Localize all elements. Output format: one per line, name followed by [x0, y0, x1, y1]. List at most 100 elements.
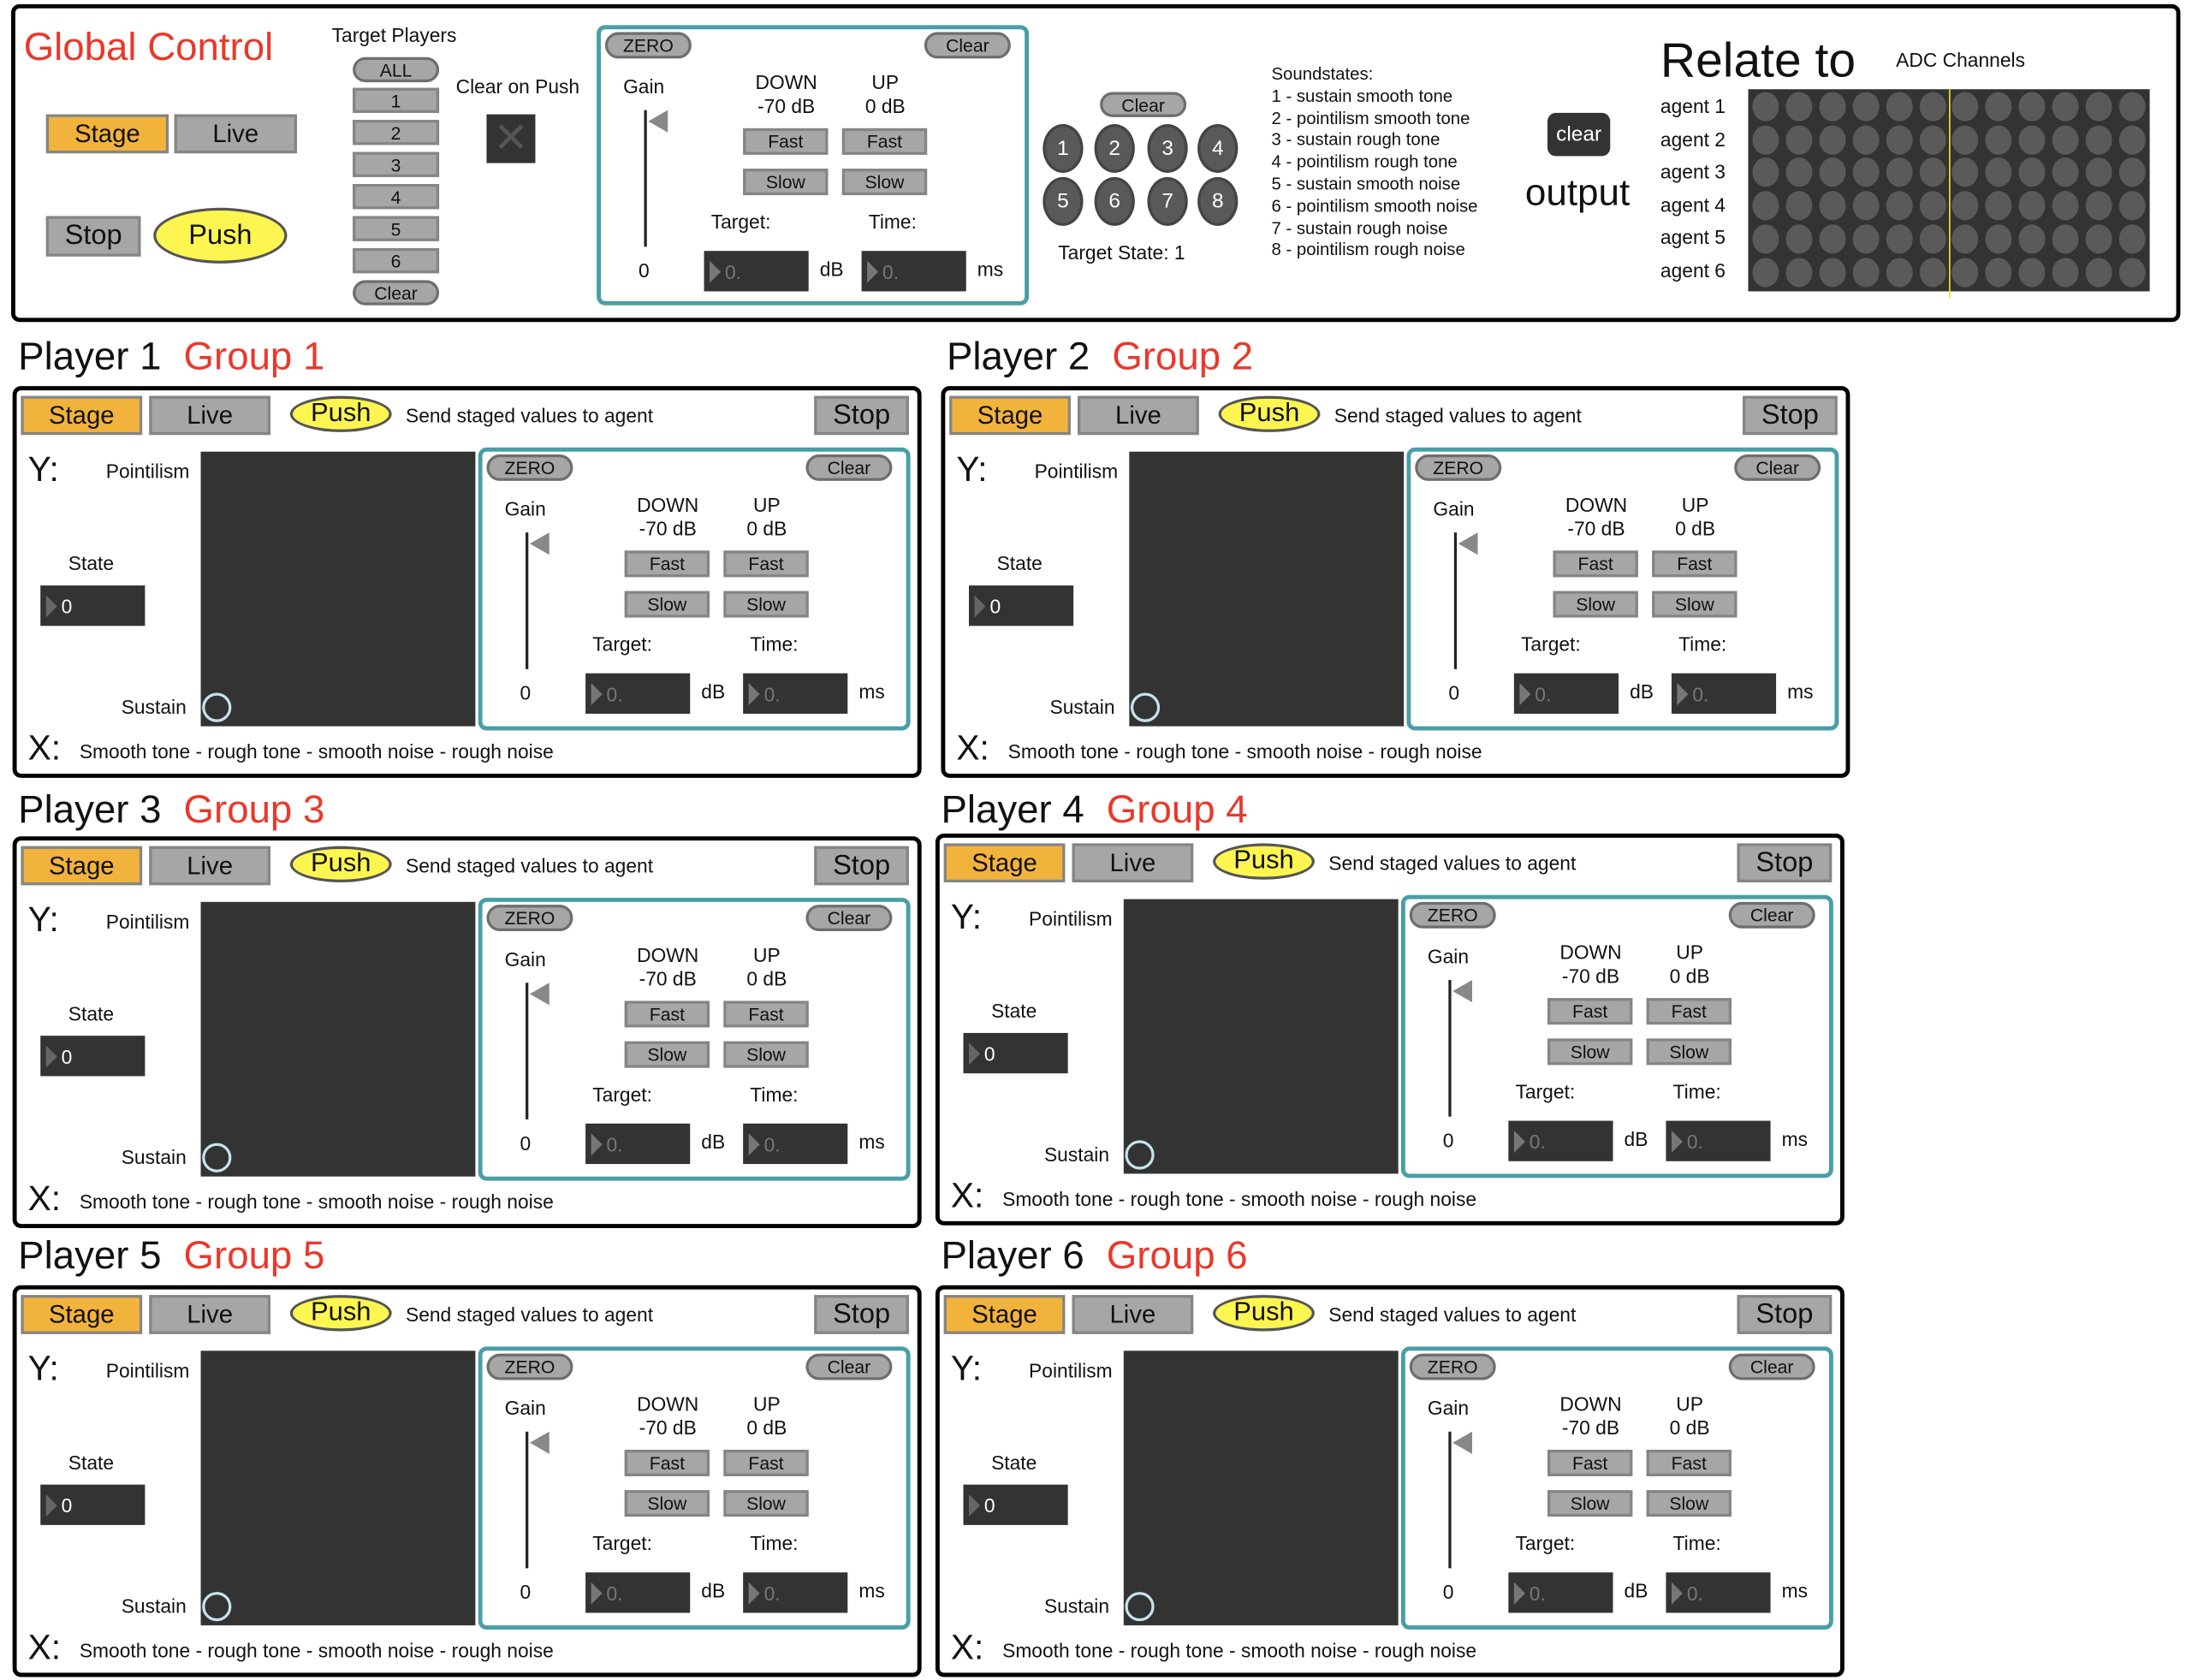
player6-down-fast-button[interactable]: Fast — [1547, 1449, 1633, 1476]
global-up-fast-button[interactable]: Fast — [841, 128, 928, 155]
state-5-button[interactable]: 5 — [1043, 176, 1084, 226]
player6-state-input[interactable]: 0 — [963, 1484, 1068, 1525]
player5-time-input[interactable]: 0. — [743, 1572, 848, 1613]
player3-down-slow-button[interactable]: Slow — [624, 1041, 710, 1068]
matrix-cell-agent3-ch1[interactable] — [1752, 157, 1779, 187]
matrix-cell-agent6-ch10[interactable] — [2052, 257, 2079, 287]
state-1-button[interactable]: 1 — [1043, 123, 1084, 173]
matrix-cell-agent6-ch4[interactable] — [1852, 257, 1880, 287]
matrix-cell-agent6-ch2[interactable] — [1785, 257, 1813, 287]
player1-up-slow-button[interactable]: Slow — [723, 591, 809, 618]
player2-zero-button[interactable]: ZERO — [1415, 454, 1502, 481]
player5-zero-button[interactable]: ZERO — [486, 1353, 573, 1380]
matrix-cell-agent6-ch5[interactable] — [1886, 257, 1913, 287]
player1-xy-pad[interactable] — [200, 451, 476, 727]
matrix-cell-agent5-ch10[interactable] — [2052, 223, 2079, 254]
player2-time-input[interactable]: 0. — [1671, 673, 1777, 714]
player2-down-slow-button[interactable]: Slow — [1553, 591, 1638, 618]
matrix-cell-agent5-ch3[interactable] — [1819, 223, 1846, 254]
player5-stage-button[interactable]: Stage — [21, 1295, 143, 1334]
player3-up-slow-button[interactable]: Slow — [723, 1041, 809, 1068]
target-clear-button[interactable]: Clear — [353, 280, 440, 306]
player2-down-fast-button[interactable]: Fast — [1553, 550, 1638, 578]
player1-target-input[interactable]: 0. — [585, 673, 691, 714]
matrix-cell-agent1-ch11[interactable] — [2085, 92, 2112, 122]
state-clear-button[interactable]: Clear — [1100, 92, 1187, 117]
matrix-cell-agent5-ch7[interactable] — [1951, 223, 1979, 254]
player4-xy-pad-handle[interactable] — [1125, 1140, 1155, 1170]
matrix-cell-agent2-ch12[interactable] — [2118, 125, 2146, 155]
global-gain-slider-thumb[interactable] — [648, 110, 668, 133]
player3-down-fast-button[interactable]: Fast — [624, 1000, 710, 1028]
player3-push-button[interactable]: Push — [289, 846, 392, 883]
global-time-input[interactable]: 0. — [861, 251, 966, 292]
player2-gain-slider-thumb[interactable] — [1458, 532, 1478, 555]
matrix-cell-agent1-ch4[interactable] — [1852, 92, 1880, 122]
matrix-cell-agent4-ch12[interactable] — [2118, 191, 2146, 221]
matrix-cell-agent3-ch7[interactable] — [1951, 157, 1979, 187]
matrix-cell-agent3-ch2[interactable] — [1785, 157, 1813, 187]
player6-up-fast-button[interactable]: Fast — [1646, 1449, 1732, 1476]
player4-push-button[interactable]: Push — [1213, 843, 1315, 880]
player6-time-input[interactable]: 0. — [1666, 1572, 1771, 1613]
matrix-cell-agent1-ch5[interactable] — [1886, 92, 1913, 122]
matrix-cell-agent2-ch10[interactable] — [2052, 125, 2079, 155]
matrix-cell-agent2-ch7[interactable] — [1951, 125, 1979, 155]
matrix-cell-agent3-ch11[interactable] — [2085, 157, 2112, 187]
player2-stage-button[interactable]: Stage — [949, 395, 1071, 436]
player4-zero-button[interactable]: ZERO — [1409, 901, 1496, 929]
matrix-cell-agent6-ch8[interactable] — [1985, 257, 2012, 287]
global-down-fast-button[interactable]: Fast — [743, 128, 829, 155]
player2-push-button[interactable]: Push — [1218, 395, 1321, 432]
matrix-cell-agent4-ch11[interactable] — [2085, 191, 2112, 221]
player3-stop-button[interactable]: Stop — [814, 846, 909, 886]
state-3-button[interactable]: 3 — [1147, 123, 1188, 173]
player2-state-input[interactable]: 0 — [969, 585, 1074, 626]
matrix-cell-agent3-ch10[interactable] — [2052, 157, 2079, 187]
player6-push-button[interactable]: Push — [1213, 1295, 1315, 1332]
matrix-cell-agent6-ch1[interactable] — [1752, 257, 1779, 287]
player1-time-input[interactable]: 0. — [743, 673, 848, 714]
matrix-cell-agent2-ch5[interactable] — [1886, 125, 1913, 155]
state-4-button[interactable]: 4 — [1197, 123, 1239, 173]
player5-gain-slider-thumb[interactable] — [529, 1431, 549, 1454]
player5-push-button[interactable]: Push — [289, 1295, 392, 1332]
matrix-cell-agent4-ch4[interactable] — [1852, 191, 1880, 221]
player4-stage-button[interactable]: Stage — [943, 843, 1066, 883]
player6-stop-button[interactable]: Stop — [1737, 1295, 1833, 1334]
matrix-cell-agent4-ch3[interactable] — [1819, 191, 1846, 221]
global-clear-button[interactable]: Clear — [924, 32, 1011, 59]
matrix-cell-agent4-ch8[interactable] — [1985, 191, 2012, 221]
global-stop-button[interactable]: Stop — [45, 216, 141, 257]
matrix-cell-agent5-ch1[interactable] — [1752, 223, 1779, 254]
target-player-4-button[interactable]: 4 — [353, 184, 440, 210]
player3-xy-pad[interactable] — [200, 901, 476, 1177]
matrix-cell-agent4-ch10[interactable] — [2052, 191, 2079, 221]
matrix-cell-agent6-ch12[interactable] — [2118, 257, 2146, 287]
player1-zero-button[interactable]: ZERO — [486, 454, 573, 481]
matrix-cell-agent2-ch9[interactable] — [2018, 125, 2046, 155]
player1-up-fast-button[interactable]: Fast — [723, 550, 809, 578]
player3-target-input[interactable]: 0. — [585, 1123, 691, 1165]
state-7-button[interactable]: 7 — [1147, 176, 1188, 226]
player6-clear-button[interactable]: Clear — [1728, 1353, 1815, 1380]
output-clear-button[interactable]: clear — [1547, 112, 1611, 157]
agent-channel-matrix[interactable] — [1748, 89, 2150, 299]
player1-gain-slider-thumb[interactable] — [529, 532, 549, 555]
matrix-cell-agent5-ch8[interactable] — [1985, 223, 2012, 254]
player6-target-input[interactable]: 0. — [1508, 1572, 1613, 1613]
matrix-cell-agent2-ch6[interactable] — [1919, 125, 1945, 155]
matrix-cell-agent5-ch11[interactable] — [2085, 223, 2112, 254]
player4-state-input[interactable]: 0 — [963, 1032, 1068, 1074]
player4-target-input[interactable]: 0. — [1508, 1120, 1613, 1161]
matrix-cell-agent6-ch11[interactable] — [2085, 257, 2112, 287]
player3-time-input[interactable]: 0. — [743, 1123, 848, 1165]
matrix-cell-agent2-ch4[interactable] — [1852, 125, 1880, 155]
matrix-cell-agent5-ch12[interactable] — [2118, 223, 2146, 254]
player5-down-slow-button[interactable]: Slow — [624, 1490, 710, 1517]
matrix-cell-agent1-ch1[interactable] — [1752, 92, 1779, 122]
player1-down-fast-button[interactable]: Fast — [624, 550, 710, 578]
player5-live-button[interactable]: Live — [149, 1295, 270, 1334]
player3-live-button[interactable]: Live — [149, 846, 270, 886]
player4-down-slow-button[interactable]: Slow — [1547, 1038, 1633, 1066]
